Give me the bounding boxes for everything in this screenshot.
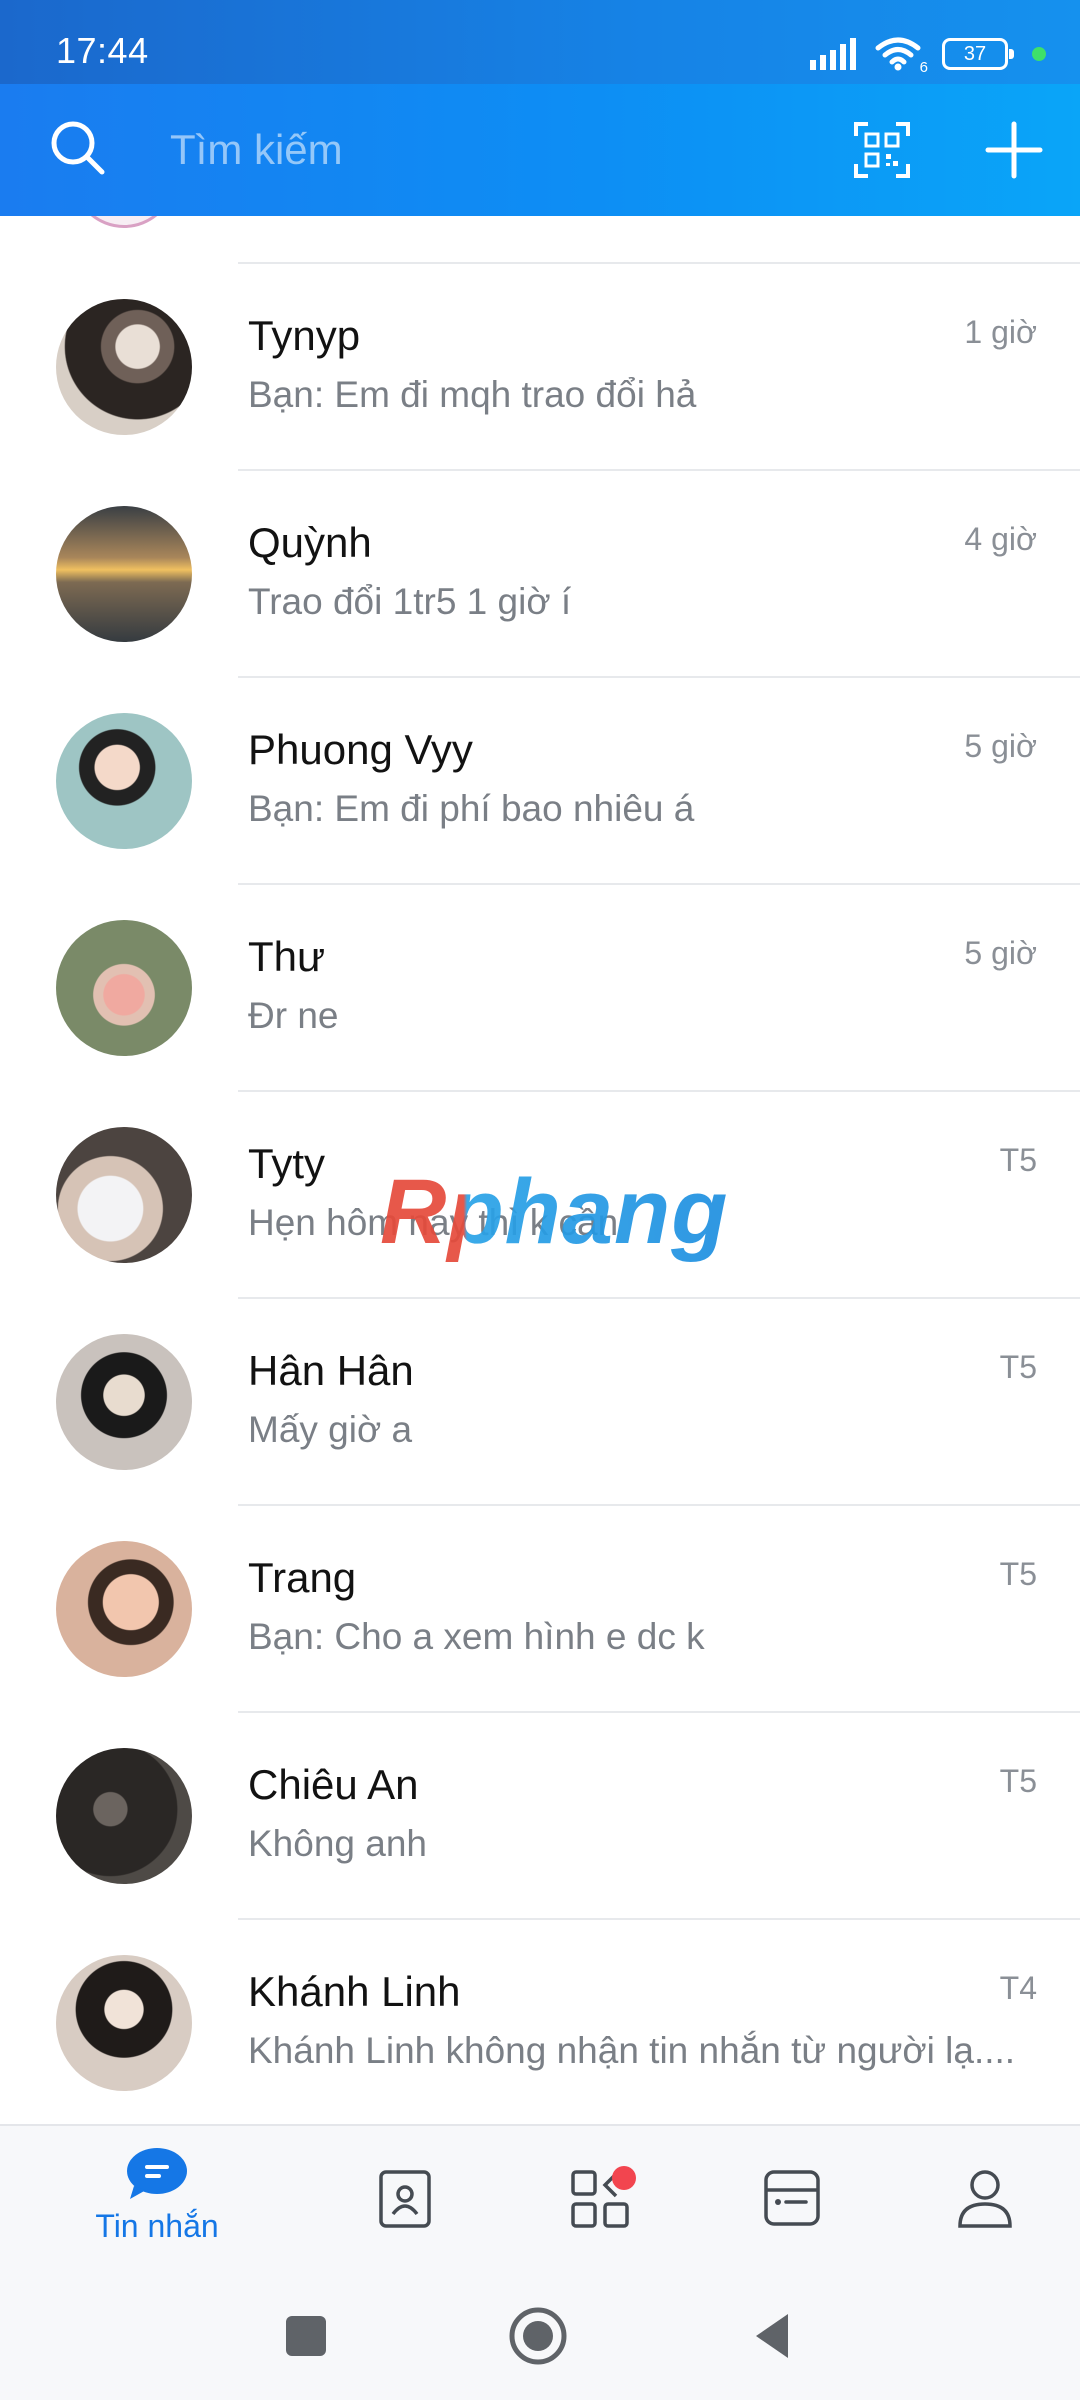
search-bar — [0, 84, 1080, 216]
message-time: 5 giờ — [964, 728, 1037, 764]
contact-name: Thư — [248, 933, 326, 980]
watermark-logo: Rphang — [380, 1161, 729, 1263]
status-bar: 17:44 6 37 — [0, 0, 1080, 84]
back-icon[interactable] — [742, 2304, 806, 2368]
plus-icon[interactable] — [984, 120, 1044, 180]
avatar — [56, 1541, 192, 1677]
notification-badge — [612, 2166, 636, 2190]
contacts-icon — [379, 2170, 431, 2228]
status-icons: 6 37 — [808, 34, 1046, 76]
messages-icon — [127, 2148, 187, 2199]
message-time: T4 — [999, 1970, 1037, 2006]
app-header: 17:44 6 37 — [0, 0, 1080, 216]
message-time: T5 — [999, 1142, 1037, 1178]
list-item[interactable]: Quỳnh Trao đổi 1tr5 1 giờ í 4 giờ — [0, 471, 1080, 678]
battery-level: 37 — [963, 43, 987, 65]
contact-name: Trang — [248, 1554, 357, 1601]
avatar — [56, 1748, 192, 1884]
avatar — [56, 1334, 192, 1470]
message-time: T5 — [999, 1556, 1037, 1592]
tab-discover[interactable] — [560, 2126, 640, 2276]
contact-name: Chiêu An — [248, 1761, 419, 1808]
list-item[interactable]: Tynyp Bạn: Em đi mqh trao đổi hả 1 giờ — [0, 264, 1080, 471]
message-preview: Khánh Linh không nhận tin nhắn từ người … — [248, 2030, 1016, 2071]
message-preview: Bạn: Cho a xem hình e dc k — [248, 1616, 705, 1657]
message-preview: Mấy giờ a — [248, 1409, 413, 1450]
contact-name: Hân Hân — [248, 1347, 414, 1394]
avatar — [72, 216, 176, 228]
system-nav-bar — [0, 2274, 1080, 2400]
contact-name: Quỳnh — [248, 519, 372, 566]
list-item[interactable]: Trang Bạn: Cho a xem hình e dc k T5 — [0, 1506, 1080, 1713]
message-preview: Không anh — [248, 1823, 428, 1864]
message-preview: Bạn: Em đi mqh trao đổi hả — [248, 374, 697, 415]
list-item[interactable]: Thư Đr ne 5 giờ — [0, 885, 1080, 1092]
avatar — [56, 920, 192, 1056]
network-badge: 6 — [919, 59, 928, 76]
qr-scan-icon[interactable] — [852, 120, 912, 180]
list-item[interactable]: Hân Hân Mấy giờ a T5 — [0, 1299, 1080, 1506]
avatar — [56, 1955, 192, 2091]
message-preview: Trao đổi 1tr5 1 giờ í — [248, 581, 572, 622]
home-icon[interactable] — [506, 2304, 570, 2368]
wifi-icon: 6 — [874, 36, 928, 76]
message-time: T5 — [999, 1349, 1037, 1385]
signal-icon — [810, 38, 856, 70]
contact-name: Tyty — [248, 1140, 326, 1187]
avatar — [56, 1127, 192, 1263]
tab-messages-label: Tin nhắn — [95, 2208, 219, 2244]
contact-name: Khánh Linh — [248, 1968, 461, 2015]
message-time: 4 giờ — [964, 521, 1037, 557]
status-time: 17:44 — [56, 30, 149, 71]
timeline-icon — [764, 2170, 820, 2226]
message-time: T5 — [999, 1763, 1037, 1799]
profile-icon — [958, 2170, 1012, 2228]
search-icon[interactable] — [48, 118, 108, 178]
message-preview: Bạn: Em đi phí bao nhiêu á — [248, 788, 695, 829]
bottom-nav: Tin nhắn — [0, 2124, 1080, 2274]
list-item[interactable]: Khánh Linh Khánh Linh không nhận tin nhắ… — [0, 1920, 1080, 2124]
avatar — [56, 506, 192, 642]
tab-profile[interactable] — [950, 2126, 1020, 2276]
notification-dot — [1032, 47, 1046, 61]
search-input[interactable] — [170, 122, 810, 178]
tab-contacts[interactable] — [370, 2126, 440, 2276]
message-time: 1 giờ — [964, 314, 1037, 350]
recent-apps-icon[interactable] — [274, 2304, 338, 2368]
avatar — [56, 299, 192, 435]
contact-name: Tynyp — [248, 312, 361, 359]
tab-messages[interactable]: Tin nhắn — [72, 2126, 242, 2276]
list-item[interactable]: Chiêu An Không anh T5 — [0, 1713, 1080, 1920]
avatar — [56, 713, 192, 849]
message-time: 5 giờ — [964, 935, 1037, 971]
list-item[interactable]: Phuong Vyy Bạn: Em đi phí bao nhiêu á 5 … — [0, 678, 1080, 885]
tab-timeline[interactable] — [756, 2126, 828, 2276]
battery-icon: 37 — [942, 38, 1014, 70]
message-preview: Đr ne — [248, 995, 339, 1036]
list-item-partial[interactable] — [0, 216, 1080, 264]
contact-name: Phuong Vyy — [248, 726, 473, 773]
